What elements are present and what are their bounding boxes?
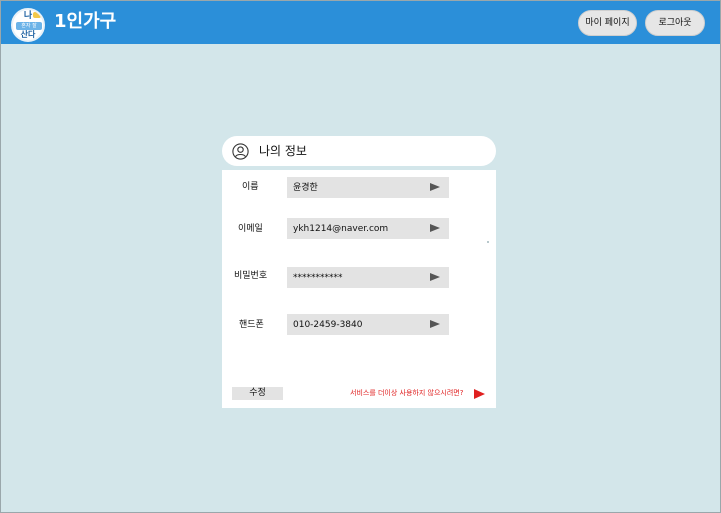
email-field[interactable]: ykh1214@naver.com [287, 218, 449, 239]
name-field[interactable]: 윤경한 [287, 177, 449, 198]
profile-title: 나의 정보 [259, 144, 307, 158]
profile-card-header: 나의 정보 [222, 136, 496, 166]
logo-bottom-text: 산다 [20, 30, 36, 39]
logo-mid-text: 혼자 잘 [16, 22, 42, 30]
top-bar: 나 혼자 잘 산다 1인가구 마이 페이지 로그아웃 [0, 0, 721, 44]
user-circle-icon [232, 143, 249, 160]
app-logo[interactable]: 나 혼자 잘 산다 [11, 8, 45, 42]
play-arrow-icon[interactable] [430, 273, 440, 281]
password-field[interactable]: *********** [287, 267, 449, 288]
play-arrow-icon[interactable] [430, 183, 440, 191]
email-value: ykh1214@naver.com [293, 224, 389, 234]
decorative-dot [487, 241, 489, 243]
withdraw-link[interactable]: 서비스를 더이상 사용하지 않으시려면? [350, 388, 463, 399]
name-label: 이름 [242, 182, 259, 192]
phone-value: 010-2459-3840 [293, 320, 363, 330]
edit-button[interactable]: 수정 [232, 387, 283, 400]
app-title[interactable]: 1인가구 [54, 11, 116, 33]
phone-label: 핸드폰 [239, 320, 264, 330]
phone-field[interactable]: 010-2459-3840 [287, 314, 449, 335]
password-value: *********** [293, 273, 343, 283]
play-arrow-icon[interactable] [430, 224, 440, 232]
logo-badge [33, 12, 41, 18]
email-label: 이메일 [238, 224, 263, 234]
my-page-button[interactable]: 마이 페이지 [578, 10, 637, 36]
logout-button[interactable]: 로그아웃 [645, 10, 705, 36]
name-value: 윤경한 [293, 183, 318, 193]
play-arrow-icon[interactable] [430, 320, 440, 328]
withdraw-arrow-icon[interactable] [474, 389, 485, 399]
password-label: 비밀번호 [234, 271, 268, 281]
profile-card: 이름 윤경한 이메일 ykh1214@naver.com 비밀번호 ******… [222, 170, 496, 408]
